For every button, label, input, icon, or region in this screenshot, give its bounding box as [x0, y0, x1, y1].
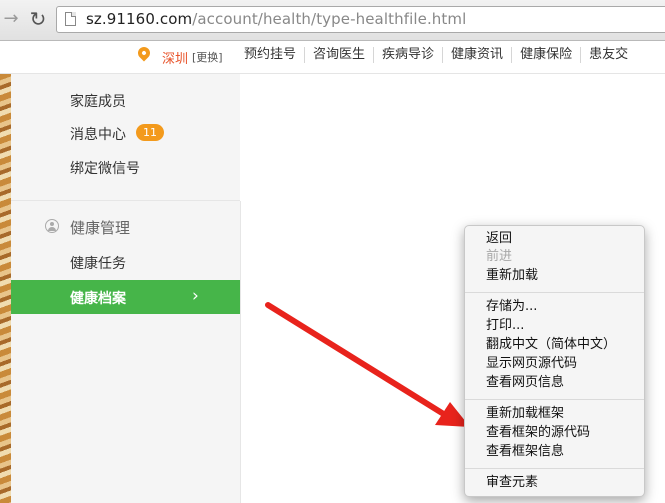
menu-item-save-as[interactable]: 存储为...	[486, 299, 537, 315]
menu-item-inspect[interactable]: 审查元素	[486, 475, 538, 491]
menu-item-forward: 前进	[486, 249, 513, 264]
menu-item-translate[interactable]: 翻成中文（简体中文）	[486, 337, 616, 353]
menu-item-reload-frame[interactable]: 重新加载框架	[486, 406, 564, 422]
menu-separator	[465, 399, 644, 400]
menu-separator	[465, 292, 644, 293]
menu-item-frame-source[interactable]: 查看框架的源代码	[486, 425, 590, 441]
context-menu: 返回 前进 重新加载 存储为... 打印... 翻成中文（简体中文） 显示网页源…	[464, 225, 645, 497]
menu-item-page-info[interactable]: 查看网页信息	[486, 375, 564, 391]
menu-separator	[465, 468, 644, 469]
menu-item-print[interactable]: 打印...	[486, 318, 524, 334]
menu-item-reload[interactable]: 重新加载	[486, 268, 538, 284]
menu-item-frame-info[interactable]: 查看框架信息	[486, 444, 564, 460]
menu-item-view-source[interactable]: 显示网页源代码	[486, 356, 577, 372]
menu-item-back[interactable]: 返回	[486, 231, 512, 247]
